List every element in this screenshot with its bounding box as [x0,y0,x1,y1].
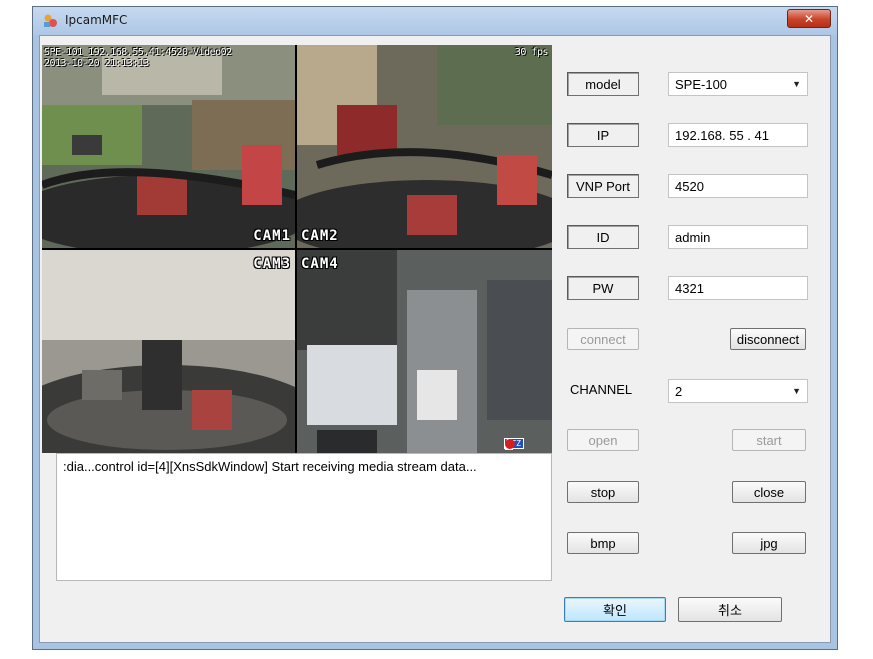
pw-input[interactable]: 4321 [668,276,808,300]
app-icon [44,14,57,27]
camera-view-3[interactable]: CAM3 [42,250,295,453]
dialog-client-area: SPE-101_192.168.55.41:4520-Video02 2013-… [39,35,831,643]
ok-button[interactable]: 확인 [564,597,666,622]
chevron-down-icon: ▼ [792,386,801,396]
model-value: SPE-100 [675,76,728,92]
id-input[interactable]: admin [668,225,808,249]
cam3-label: CAM3 [253,256,291,272]
camera-view-1[interactable]: SPE-101_192.168.55.41:4520-Video02 2013-… [42,45,295,248]
open-button[interactable]: open [567,429,639,451]
cancel-button[interactable]: 취소 [678,597,782,622]
channel-label: CHANNEL [570,382,633,397]
log-output[interactable]: :dia...control id=[4][XnsSdkWindow] Star… [56,453,552,581]
pw-value: 4321 [675,280,704,296]
chevron-down-icon: ▼ [792,79,801,89]
bmp-button[interactable]: bmp [567,532,639,554]
stop-button[interactable]: stop [567,481,639,503]
osd-timestamp: 2013-10-20 21:13:13 [44,58,149,69]
channel-select[interactable]: 2 ▼ [668,379,808,403]
ip-address-input[interactable]: 192.168. 55 . 41 [668,123,808,147]
id-value: admin [675,229,711,245]
camera-3-image [42,250,295,453]
pw-label: PW [567,276,639,300]
port-value: 4520 [675,178,704,194]
cam2-label: CAM2 [301,228,339,244]
model-select[interactable]: SPE-100 ▼ [668,72,808,96]
camera-4-image [297,250,552,453]
ip-value: 192.168. 55 . 41 [675,127,769,143]
window-close-button[interactable]: ✕ [787,9,831,28]
ip-label: IP [567,123,639,147]
video-status-icons: PTZ [503,438,524,450]
vnp-port-label: VNP Port [567,174,639,198]
camera-1-image [42,45,295,248]
app-window: IpcamMFC ✕ SPE-101_192.168.55.41:4520-Vi… [32,6,838,650]
osd-camera-info: SPE-101_192.168.55.41:4520-Video02 [44,47,232,58]
cam4-label: CAM4 [301,256,339,272]
close-button[interactable]: close [732,481,806,503]
start-button[interactable]: start [732,429,806,451]
cam1-label: CAM1 [253,228,291,244]
title-bar[interactable]: IpcamMFC ✕ [33,7,837,35]
model-label: model [567,72,639,96]
jpg-button[interactable]: jpg [732,532,806,554]
camera-view-4[interactable]: CAM4 PTZ [297,250,552,453]
camera-2-image [297,45,552,248]
camera-view-2[interactable]: 30 fps CAM2 [297,45,552,248]
disconnect-button[interactable]: disconnect [730,328,806,350]
connect-button[interactable]: connect [567,328,639,350]
video-grid: SPE-101_192.168.55.41:4520-Video02 2013-… [42,45,552,453]
close-icon: ✕ [803,11,815,26]
record-icon [504,439,515,449]
id-label: ID [567,225,639,249]
window-title: IpcamMFC [65,13,128,27]
osd-fps: 30 fps [514,47,549,58]
vnp-port-input[interactable]: 4520 [668,174,808,198]
channel-value: 2 [675,383,683,399]
log-line: :dia...control id=[4][XnsSdkWindow] Star… [63,459,477,474]
